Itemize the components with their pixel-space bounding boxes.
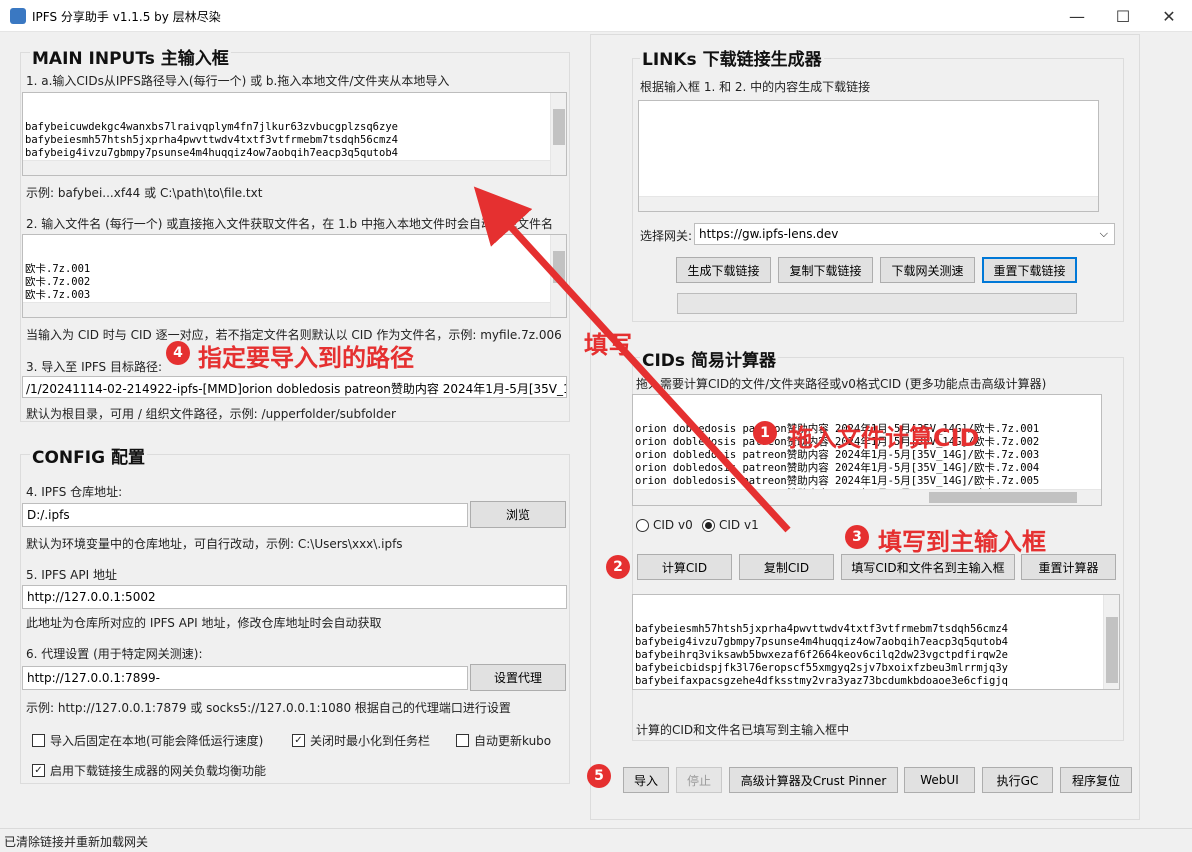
annotation-badge-3: 3 (845, 525, 869, 549)
annotation-fill-label: 填写 (584, 331, 632, 359)
annotation-badge-2: 2 (606, 555, 630, 579)
annotation-step1: 拖入文件计算CID (789, 424, 980, 452)
annotation-badge-4: 4 (166, 341, 190, 365)
annotation-step3: 填写到主输入框 (878, 528, 1046, 556)
annotation-badge-5: 5 (587, 764, 611, 788)
arrow-line (473, 186, 791, 533)
annotation-step4: 指定要导入到的路径 (198, 344, 414, 372)
annotation-arrow (473, 186, 791, 533)
annotation-badge-1: 1 (753, 421, 777, 445)
